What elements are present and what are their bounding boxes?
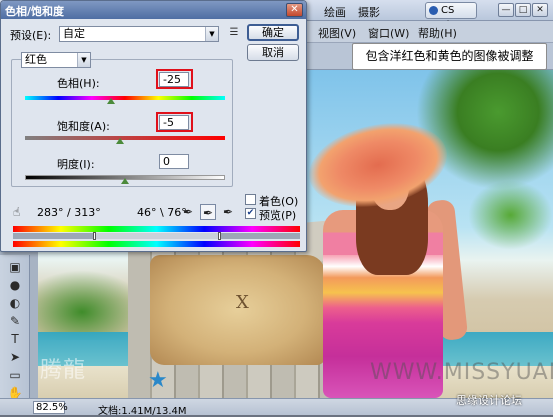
cancel-button[interactable]: 取消 — [247, 44, 299, 61]
hue-label: 色相(H): — [57, 77, 100, 90]
preview-label: 预览(P) — [259, 209, 297, 222]
chevron-down-icon: ▼ — [77, 53, 90, 67]
adjustment-group — [11, 59, 233, 187]
menu-window[interactable]: 窗口(W) — [368, 25, 409, 41]
dialog-close-button[interactable]: ✕ — [286, 3, 303, 17]
hue-slider-thumb[interactable] — [107, 98, 116, 104]
dialog-title: 色相/饱和度 — [5, 5, 65, 18]
saturation-slider-thumb[interactable] — [116, 138, 124, 144]
lightness-label: 明度(I): — [57, 158, 95, 171]
minimize-button[interactable]: — — [498, 3, 514, 17]
dialog-titlebar[interactable]: 色相/饱和度 ✕ — [1, 1, 306, 19]
menu-view[interactable]: 视图(V) — [318, 25, 356, 41]
burn-tool-icon[interactable]: ◐ — [7, 295, 23, 311]
colorize-checkbox[interactable] — [245, 194, 256, 205]
eyedropper-icon[interactable]: ✒ — [180, 204, 196, 220]
input-spectrum-bar — [13, 226, 300, 232]
channel-value: 红色 — [25, 53, 47, 66]
saturation-slider-track[interactable] — [25, 136, 225, 140]
watermark-right: WWW.MISSYUAN.NET — [370, 360, 553, 385]
menu-help[interactable]: 帮助(H) — [418, 25, 457, 41]
menu-photography[interactable]: 摄影 — [358, 4, 380, 20]
output-spectrum-bar — [13, 241, 300, 247]
type-tool-icon[interactable]: T — [7, 331, 23, 347]
hue-input[interactable]: -25 — [159, 72, 189, 87]
range-right-handle[interactable] — [218, 232, 221, 240]
preset-options-icon[interactable]: ☰ — [227, 27, 241, 39]
tools-panel: ▣ ● ◐ ✎ T ➤ ▭ ✋ — [0, 255, 30, 405]
palm-leaves-lower — [468, 180, 553, 250]
preview-checkbox[interactable]: ✔ — [245, 208, 256, 219]
hue-slider-track[interactable] — [25, 96, 225, 100]
channel-select[interactable]: 红色 ▼ — [21, 52, 91, 68]
preset-select[interactable]: 自定 ▼ — [59, 26, 219, 42]
pen-tool-icon[interactable]: ✎ — [7, 313, 23, 329]
hue-saturation-dialog: 色相/饱和度 ✕ 预设(E): 自定 ▼ ☰ 确定 取消 红色 ▼ 色相(H):… — [0, 0, 307, 252]
saturation-input[interactable]: -5 — [159, 115, 189, 130]
range-left-readout: 283° / 313° — [37, 206, 101, 219]
preset-label: 预设(E): — [10, 29, 52, 42]
zoom-field[interactable]: 82.5% — [33, 401, 68, 414]
lightness-input[interactable]: 0 — [159, 154, 189, 169]
quick-mask-icon[interactable]: ▣ — [7, 259, 23, 275]
app-close-button[interactable]: ✕ — [532, 3, 548, 17]
cs-live-button[interactable]: CS Live — [425, 2, 477, 31]
map-x-mark: X — [236, 292, 249, 313]
cs-live-icon — [429, 6, 438, 15]
path-selection-icon[interactable]: ➤ — [7, 349, 23, 365]
chevron-down-icon: ▼ — [205, 27, 218, 41]
dodge-tool-icon[interactable]: ● — [7, 277, 23, 293]
preset-value: 自定 — [63, 27, 85, 40]
eyedropper-subtract-icon[interactable]: ✒ — [220, 204, 236, 220]
site-credit: 思缘设计论坛 — [456, 394, 522, 407]
saturation-label: 饱和度(A): — [57, 120, 110, 133]
annotation-callout: 包含洋红色和黄色的图像被调整 — [352, 43, 547, 70]
eyedropper-add-icon[interactable]: ✒ — [200, 204, 216, 220]
targeted-adjustment-icon[interactable]: ☝ — [13, 205, 20, 219]
maximize-button[interactable]: □ — [515, 3, 531, 17]
shape-tool-icon[interactable]: ▭ — [7, 367, 23, 383]
menu-painting[interactable]: 绘画 — [324, 4, 346, 20]
range-selection[interactable] — [96, 233, 221, 239]
lightness-slider-thumb[interactable] — [121, 178, 129, 184]
ok-button[interactable]: 确定 — [247, 24, 299, 41]
starfish-icon: ★ — [148, 368, 168, 393]
watermark-left: 腾龍 — [40, 358, 87, 383]
range-left-handle[interactable] — [93, 232, 96, 240]
